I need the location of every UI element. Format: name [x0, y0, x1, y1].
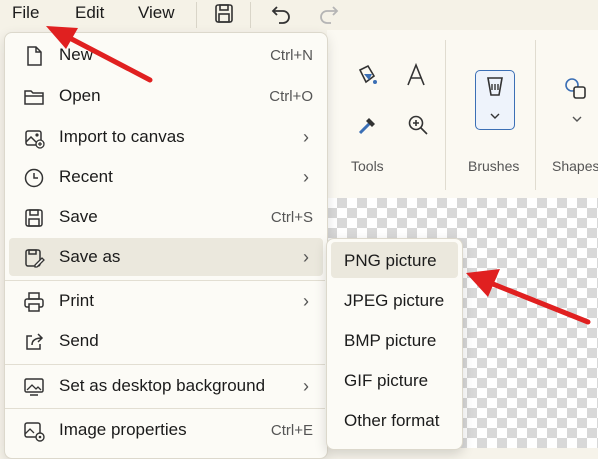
menu-file[interactable]: File [12, 3, 39, 23]
magnifier-icon[interactable] [405, 112, 431, 138]
save-as-submenu: PNG picture JPEG picture BMP picture GIF… [326, 238, 463, 450]
file-menu: New Ctrl+N Open Ctrl+O Import to canvas … [4, 32, 328, 459]
submenu-item-jpeg-picture[interactable]: JPEG picture [331, 282, 458, 318]
redo-icon[interactable] [314, 1, 342, 27]
share-icon [26, 333, 44, 350]
folder-icon [24, 90, 44, 105]
menu-item-set-as-desktop-background[interactable]: Set as desktop background › [9, 367, 323, 405]
image-properties-icon [24, 422, 45, 442]
fill-bucket-icon[interactable] [354, 62, 380, 88]
ribbon-divider [445, 40, 446, 190]
ribbon-divider [535, 40, 536, 190]
clock-icon [24, 168, 44, 188]
menubar-divider [250, 2, 251, 28]
menu-item-send[interactable]: Send [9, 322, 323, 360]
submenu-item-label: GIF picture [344, 371, 429, 390]
chevron-right-icon: › [303, 247, 309, 267]
menu-item-new[interactable]: New Ctrl+N [9, 36, 323, 74]
menu-item-label: Image properties [59, 420, 187, 439]
save-as-icon [25, 249, 45, 268]
submenu-item-png-picture[interactable]: PNG picture [331, 242, 458, 278]
new-file-icon [27, 46, 42, 66]
menu-view[interactable]: View [138, 3, 175, 23]
brushes-label: Brushes [468, 158, 520, 174]
brushes-button[interactable] [475, 70, 515, 130]
submenu-item-label: BMP picture [344, 331, 437, 350]
brush-icon [487, 77, 503, 96]
chevron-right-icon: › [303, 167, 309, 187]
menu-item-save-as[interactable]: Save as › [9, 238, 323, 276]
shapes-label: Shapes [552, 158, 598, 174]
menu-item-label: Save as [59, 247, 121, 266]
chevron-right-icon: › [303, 376, 309, 396]
menu-item-label: Save [59, 207, 98, 226]
chevron-right-icon: › [303, 127, 309, 147]
menu-divider [5, 280, 325, 281]
text-icon[interactable] [403, 62, 429, 88]
menubar-divider [196, 2, 197, 28]
submenu-item-label: PNG picture [344, 251, 437, 270]
menu-item-label: New [59, 45, 94, 64]
chevron-down-icon[interactable] [570, 114, 584, 124]
menu-item-import-to-canvas[interactable]: Import to canvas › [9, 118, 323, 156]
import-image-icon [25, 130, 45, 149]
menu-item-recent[interactable]: Recent › [9, 158, 323, 196]
chevron-right-icon: › [303, 291, 309, 311]
chevron-down-icon [490, 113, 500, 119]
submenu-item-bmp-picture[interactable]: BMP picture [331, 322, 458, 358]
menu-item-label: Open [59, 86, 101, 105]
undo-icon[interactable] [268, 1, 296, 27]
submenu-item-label: Other format [344, 411, 440, 430]
menu-edit[interactable]: Edit [75, 3, 104, 23]
menu-divider [5, 364, 325, 365]
tools-label: Tools [351, 158, 384, 174]
menu-item-label: Recent [59, 167, 113, 186]
shortcut-label: Ctrl+N [270, 47, 313, 64]
shapes-icon[interactable] [563, 76, 589, 102]
desktop-background-icon [24, 378, 44, 396]
menu-divider [5, 408, 325, 409]
ribbon: Tools Brushes Shapes [327, 30, 598, 198]
submenu-item-gif-picture[interactable]: GIF picture [331, 362, 458, 398]
submenu-item-label: JPEG picture [344, 291, 445, 310]
shortcut-label: Ctrl+E [270, 422, 313, 439]
submenu-item-other-format[interactable]: Other format [331, 402, 458, 438]
shortcut-label: Ctrl+S [270, 209, 313, 226]
menu-bar: File Edit View [0, 0, 598, 30]
save-icon[interactable] [210, 1, 238, 27]
menu-item-image-properties[interactable]: Image properties Ctrl+E [9, 411, 323, 449]
menu-item-print[interactable]: Print › [9, 282, 323, 320]
printer-icon [24, 292, 44, 312]
menu-item-label: Print [59, 291, 94, 310]
shortcut-label: Ctrl+O [269, 88, 313, 105]
color-picker-icon[interactable] [355, 112, 381, 138]
menu-item-label: Import to canvas [59, 127, 185, 146]
menu-item-open[interactable]: Open Ctrl+O [9, 77, 323, 115]
menu-item-save[interactable]: Save Ctrl+S [9, 198, 323, 236]
save-icon [25, 209, 43, 227]
menu-item-label: Set as desktop background [59, 376, 266, 395]
menu-item-label: Send [59, 331, 99, 350]
